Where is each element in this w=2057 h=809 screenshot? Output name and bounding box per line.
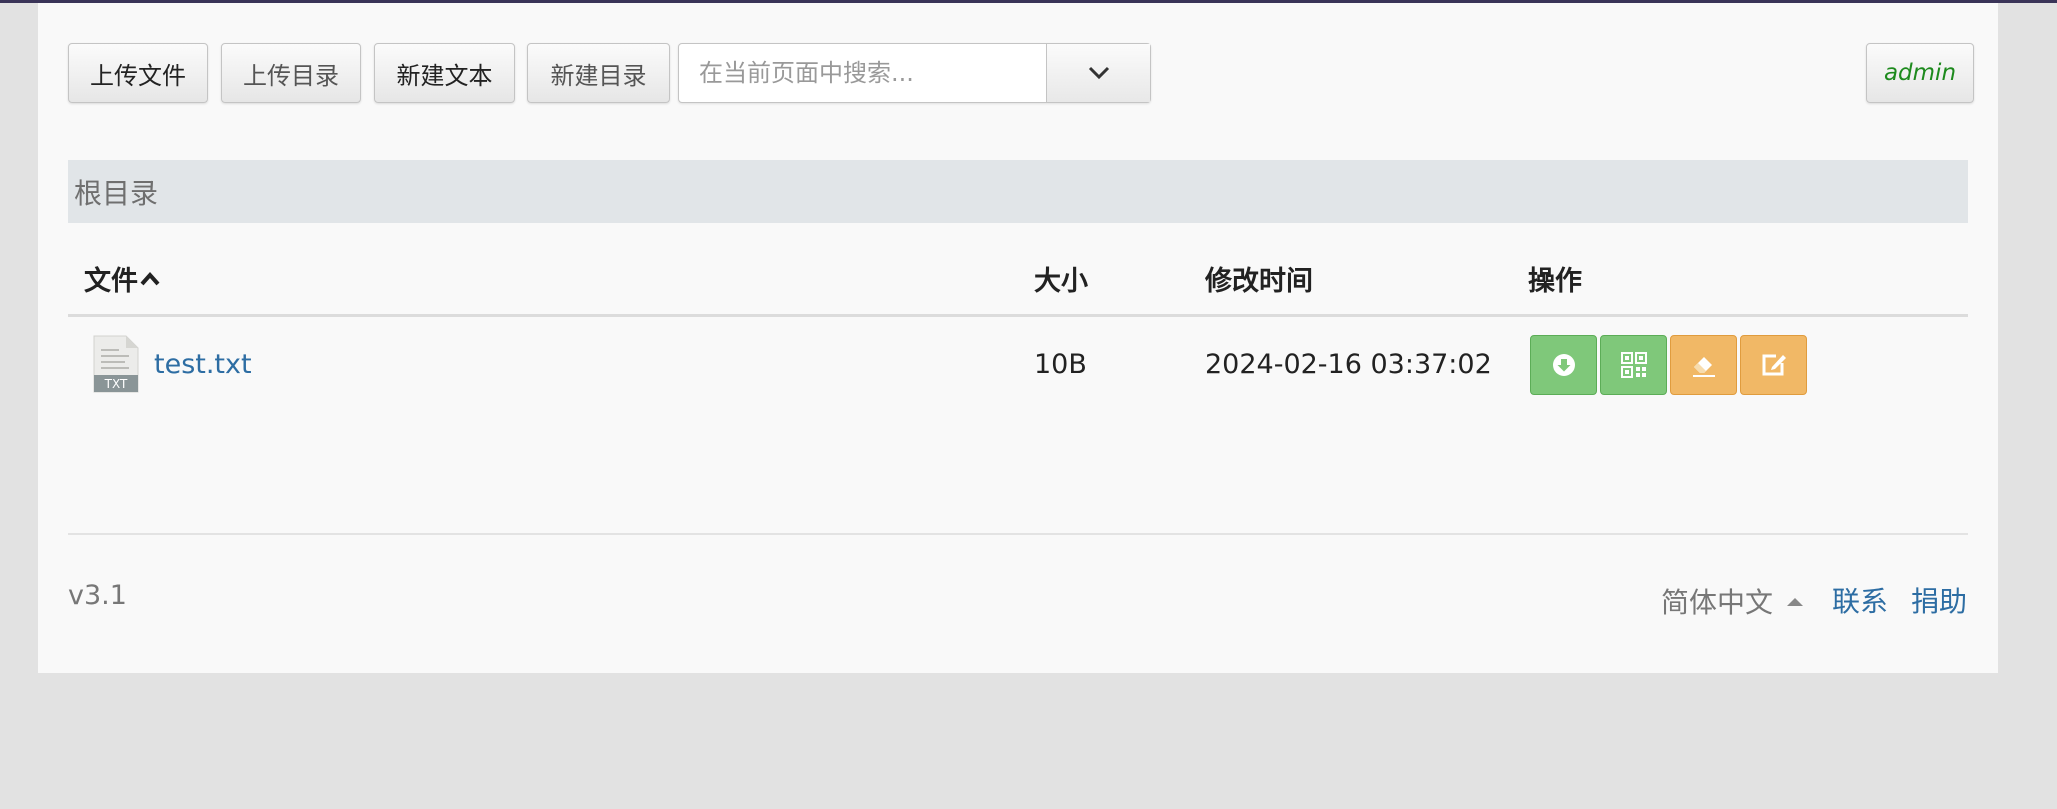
column-header-size-label: 大小	[1034, 266, 1088, 297]
breadcrumb-root[interactable]: 根目录	[74, 172, 158, 212]
language-selector[interactable]: 简体中文	[1661, 581, 1804, 621]
column-header-file-label: 文件	[84, 266, 138, 297]
txt-file-icon: TXT	[93, 335, 139, 393]
chevron-up-icon	[140, 271, 160, 285]
new-directory-button[interactable]: 新建目录	[527, 43, 670, 103]
donate-link[interactable]: 捐助	[1911, 580, 1967, 620]
language-label: 简体中文	[1661, 586, 1774, 619]
rename-button[interactable]	[1670, 335, 1737, 395]
upload-directory-button[interactable]: 上传目录	[221, 43, 361, 103]
search-input[interactable]	[679, 44, 1044, 102]
edit-icon	[1762, 354, 1786, 376]
edit-button[interactable]	[1740, 335, 1807, 395]
qrcode-icon	[1620, 352, 1647, 378]
download-icon	[1552, 354, 1575, 376]
breadcrumb: 根目录	[68, 160, 1968, 223]
search-group	[678, 43, 1151, 103]
footer-divider	[68, 533, 1968, 535]
table-header-divider	[68, 314, 1968, 317]
column-header-modified-label: 修改时间	[1205, 266, 1313, 297]
user-menu-button[interactable]: admin	[1866, 43, 1974, 103]
file-modified-time: 2024-02-16 03:37:02	[1205, 349, 1492, 380]
file-type-label: TXT	[104, 377, 128, 391]
version-label: v3.1	[68, 580, 127, 611]
search-dropdown-button[interactable]	[1046, 44, 1150, 102]
column-header-actions-label: 操作	[1528, 266, 1582, 297]
column-header-file[interactable]: 文件	[84, 259, 160, 298]
eraser-icon	[1692, 357, 1715, 377]
chevron-down-icon	[1088, 66, 1109, 80]
column-header-size[interactable]: 大小	[1034, 259, 1088, 298]
caret-up-icon	[1787, 598, 1804, 606]
upload-file-button[interactable]: 上传文件	[68, 43, 208, 103]
download-button[interactable]	[1530, 335, 1597, 395]
file-manager-panel: 上传文件 上传目录 新建文本 新建目录 admin 根目录 文件 大小 修改时间…	[38, 3, 1998, 673]
contact-link[interactable]: 联系	[1832, 580, 1888, 620]
qrcode-button[interactable]	[1600, 335, 1667, 395]
column-header-actions: 操作	[1528, 259, 1582, 298]
column-header-modified[interactable]: 修改时间	[1205, 259, 1313, 298]
file-name-link[interactable]: test.txt	[154, 349, 252, 380]
new-text-button[interactable]: 新建文本	[374, 43, 515, 103]
file-size: 10B	[1034, 349, 1087, 380]
